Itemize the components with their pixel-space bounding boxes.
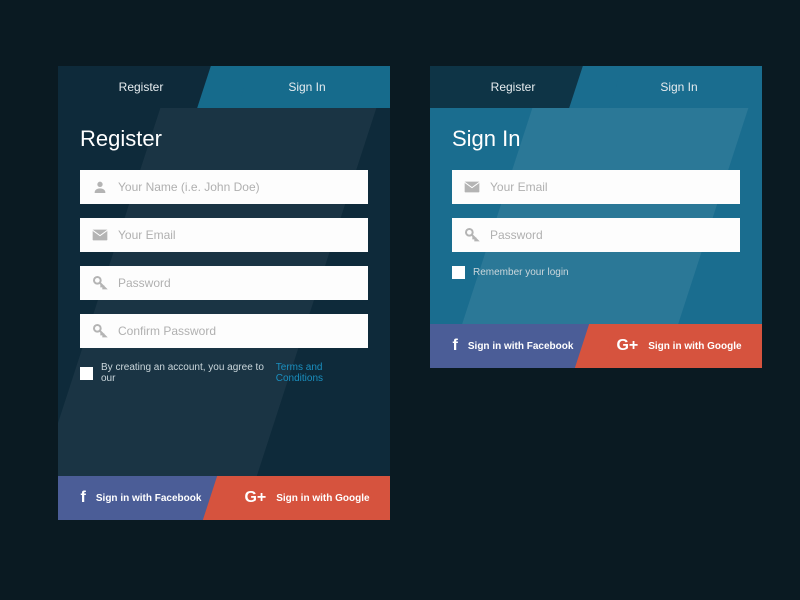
facebook-button[interactable]: f Sign in with Facebook bbox=[58, 476, 224, 520]
terms-text: By creating an account, you agree to our bbox=[101, 362, 273, 384]
google-plus-icon: G+ bbox=[616, 337, 638, 355]
email-field-row[interactable] bbox=[452, 170, 740, 204]
social-row: f Sign in with Facebook G+ Sign in with … bbox=[430, 324, 762, 368]
register-card: Register Sign In Register bbox=[58, 66, 390, 520]
tab-signin[interactable]: Sign In bbox=[224, 66, 390, 108]
key-icon bbox=[90, 275, 110, 291]
tab-bar: Register Sign In bbox=[58, 66, 390, 108]
signin-card: Register Sign In Sign In Remember your l… bbox=[430, 66, 762, 368]
email-input[interactable] bbox=[482, 180, 730, 194]
terms-link[interactable]: Terms and Conditions bbox=[276, 362, 368, 384]
page-title: Register bbox=[80, 126, 368, 152]
google-button[interactable]: G+ Sign in with Google bbox=[596, 324, 762, 368]
password-input[interactable] bbox=[482, 228, 730, 242]
facebook-icon: f bbox=[81, 489, 86, 507]
remember-checkbox[interactable] bbox=[452, 266, 465, 279]
facebook-icon: f bbox=[453, 337, 458, 355]
user-icon bbox=[90, 179, 110, 195]
name-field-row[interactable] bbox=[80, 170, 368, 204]
terms-checkbox[interactable] bbox=[80, 367, 93, 380]
email-field-row[interactable] bbox=[80, 218, 368, 252]
key-icon bbox=[90, 323, 110, 339]
mail-icon bbox=[90, 229, 110, 241]
facebook-button[interactable]: f Sign in with Facebook bbox=[430, 324, 596, 368]
remember-label: Remember your login bbox=[473, 267, 569, 278]
name-input[interactable] bbox=[110, 180, 358, 194]
password-input[interactable] bbox=[110, 276, 358, 290]
confirm-password-field-row[interactable] bbox=[80, 314, 368, 348]
social-row: f Sign in with Facebook G+ Sign in with … bbox=[58, 476, 390, 520]
remember-row: Remember your login bbox=[452, 266, 740, 279]
google-button[interactable]: G+ Sign in with Google bbox=[224, 476, 390, 520]
password-field-row[interactable] bbox=[80, 266, 368, 300]
terms-row: By creating an account, you agree to our… bbox=[80, 362, 368, 384]
tab-signin[interactable]: Sign In bbox=[596, 66, 762, 108]
google-plus-icon: G+ bbox=[244, 489, 266, 507]
email-input[interactable] bbox=[110, 228, 358, 242]
confirm-password-input[interactable] bbox=[110, 324, 358, 338]
mail-icon bbox=[462, 181, 482, 193]
key-icon bbox=[462, 227, 482, 243]
tab-bar: Register Sign In bbox=[430, 66, 762, 108]
password-field-row[interactable] bbox=[452, 218, 740, 252]
page-title: Sign In bbox=[452, 126, 740, 152]
